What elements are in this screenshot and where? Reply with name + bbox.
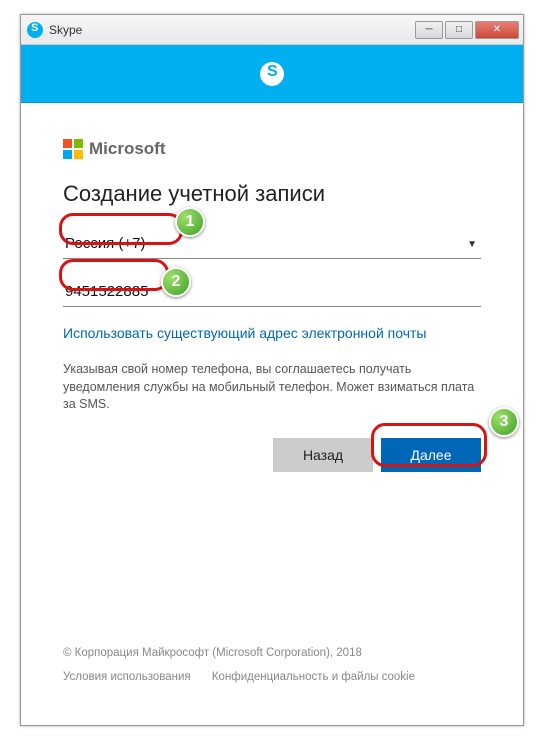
page-title: Создание учетной записи xyxy=(63,181,481,207)
footer: © Корпорация Майкрософт (Microsoft Corpo… xyxy=(63,647,433,683)
sms-disclosure: Указывая свой номер телефона, вы соглаша… xyxy=(63,361,481,414)
back-button[interactable]: Назад xyxy=(273,438,373,472)
titlebar: Skype ─ □ ✕ xyxy=(21,15,523,45)
microsoft-brand: Microsoft xyxy=(63,139,481,159)
microsoft-logo-icon xyxy=(63,139,83,159)
copyright-text: © Корпорация Майкрософт (Microsoft Corpo… xyxy=(63,647,433,659)
close-button[interactable]: ✕ xyxy=(475,21,519,39)
terms-link[interactable]: Условия использования xyxy=(63,671,191,683)
button-row: Назад Далее xyxy=(63,438,481,472)
next-button[interactable]: Далее xyxy=(381,438,481,472)
main-content: Microsoft Создание учетной записи Россия… xyxy=(21,103,523,492)
window-controls: ─ □ ✕ xyxy=(413,21,519,39)
minimize-button[interactable]: ─ xyxy=(415,21,443,39)
country-select[interactable]: Россия (+7) xyxy=(63,229,481,259)
privacy-link[interactable]: Конфиденциальность и файлы cookie xyxy=(212,671,415,683)
phone-field xyxy=(63,277,481,307)
skype-logo-icon xyxy=(260,62,284,86)
skype-icon xyxy=(27,22,43,38)
use-email-link[interactable]: Использовать существующий адрес электрон… xyxy=(63,325,427,341)
brand-header xyxy=(21,45,523,103)
phone-input[interactable] xyxy=(63,277,481,307)
microsoft-text: Microsoft xyxy=(89,139,166,159)
app-window: Skype ─ □ ✕ Microsoft Создание учетной з… xyxy=(20,14,524,726)
maximize-button[interactable]: □ xyxy=(445,21,473,39)
country-field: Россия (+7) ▼ xyxy=(63,229,481,259)
window-title: Skype xyxy=(49,23,413,37)
